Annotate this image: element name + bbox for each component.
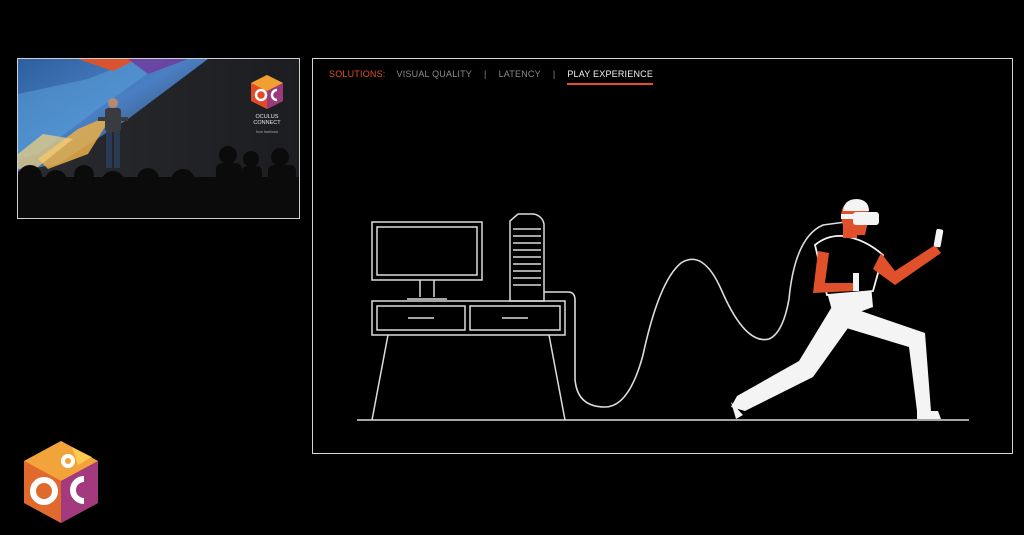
camera-logo-line-2: CONNECT (253, 120, 281, 126)
stage-photo: OCULUS CONNECT from facebook (18, 59, 299, 218)
speaker-camera-feed: OCULUS CONNECT from facebook (17, 58, 300, 219)
oculus-connect-logo-icon (24, 441, 98, 523)
vr-player-icon (731, 199, 944, 419)
camera-logo-subtext: from facebook (256, 130, 278, 134)
presentation-slide: SOLUTIONS: VISUAL QUALITY | LATENCY | PL… (312, 58, 1013, 454)
desktop-pc-icon (371, 213, 566, 421)
vr-scene-illustration (357, 199, 969, 421)
